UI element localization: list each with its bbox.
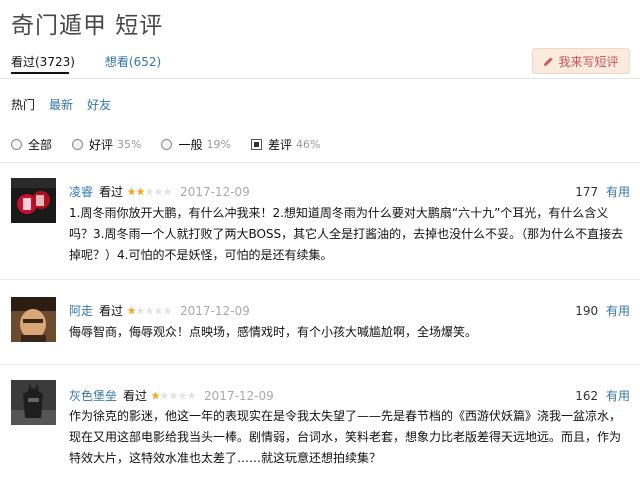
rating-stars (127, 187, 172, 196)
comment-meta: 阿走 看过 2017-12-09 (69, 302, 250, 319)
tab-wish[interactable]: 想看(652) (105, 53, 161, 70)
filter-percent: 46% (295, 138, 321, 151)
tab-watched[interactable]: 看过(3723) (11, 53, 75, 70)
filter-label: 好评 (89, 138, 114, 152)
star-filled-icon (127, 187, 136, 196)
tab-bar: 看过(3723) 想看(652) (11, 50, 191, 74)
comment-date: 2017-12-09 (180, 303, 250, 318)
radio-button[interactable] (161, 139, 173, 150)
filter-percent: 19% (206, 138, 231, 151)
vote-area: 190 有用 (575, 302, 630, 319)
comment-meta: 凌睿 看过 2017-12-09 (69, 183, 250, 200)
comment-user[interactable]: 灰色堡垒 (69, 387, 117, 404)
vote-count: 162 (575, 389, 599, 403)
star-empty-icon (169, 391, 178, 400)
useful-button[interactable]: 有用 (606, 304, 630, 318)
page-title: 奇门遁甲 短评 (11, 13, 164, 39)
filter-percent: 35% (117, 138, 142, 151)
radio-button[interactable] (11, 139, 22, 150)
filter-average[interactable]: 一般 19% (161, 136, 231, 153)
comment-meta: 灰色堡垒 看过 2017-12-09 (69, 387, 274, 404)
star-empty-icon (136, 306, 145, 315)
radio-button[interactable] (72, 139, 84, 150)
comment-user[interactable]: 阿走 (69, 302, 93, 319)
write-review-label: 我来写短评 (558, 54, 619, 69)
star-filled-icon (151, 391, 160, 400)
rating-stars (127, 306, 172, 315)
vote-area: 162 有用 (575, 387, 630, 404)
avatar[interactable] (11, 380, 56, 425)
comment-date: 2017-12-09 (204, 388, 274, 403)
star-empty-icon (154, 187, 163, 196)
radio-button-selected[interactable] (250, 139, 262, 150)
sort-options: 热门 最新 好友 (11, 96, 125, 113)
filter-all[interactable]: 全部 (11, 136, 52, 153)
comment-status: 看过 (99, 304, 124, 318)
comment-text: 1.周冬雨你放开大鹏，有什么冲我来！2.想知道周冬雨为什么要对大鹏扇“六十九”个… (69, 206, 624, 262)
active-tab-underline (11, 72, 69, 74)
rating-filter: 全部 好评 35% 一般 19% 差评 46% (11, 136, 340, 153)
star-filled-icon (127, 306, 136, 315)
star-empty-icon (163, 187, 172, 196)
star-empty-icon (145, 306, 154, 315)
filter-label: 差评 (267, 138, 292, 152)
sort-friends[interactable]: 好友 (87, 96, 111, 113)
comment-divider (0, 279, 640, 280)
pencil-icon (544, 57, 553, 66)
comment-text: 侮辱智商，侮辱观众！点映场，感情戏时，有个小孩大喊尴尬啊，全场爆笑。 (69, 325, 478, 339)
star-empty-icon (163, 306, 172, 315)
star-filled-icon (136, 187, 145, 196)
comment-date: 2017-12-09 (180, 184, 250, 199)
filter-good[interactable]: 好评 35% (72, 136, 141, 153)
filter-divider (0, 162, 640, 163)
sort-latest[interactable]: 最新 (49, 96, 73, 113)
write-review-button[interactable]: 我来写短评 (532, 48, 630, 74)
tab-divider (0, 78, 640, 79)
avatar[interactable] (11, 178, 56, 223)
vote-count: 177 (575, 185, 599, 199)
star-empty-icon (178, 391, 187, 400)
comment-divider (0, 364, 640, 365)
star-empty-icon (160, 391, 169, 400)
comment-user[interactable]: 凌睿 (69, 183, 93, 200)
filter-bad[interactable]: 差评 46% (250, 136, 321, 153)
avatar[interactable] (11, 297, 56, 342)
star-empty-icon (154, 306, 163, 315)
sort-hot[interactable]: 热门 (11, 96, 35, 113)
comment-status: 看过 (99, 185, 124, 199)
comment-status: 看过 (123, 389, 148, 403)
comment-text: 作为徐克的影迷，他这一年的表现实在是令我太失望了——先是春节档的《西游伏妖篇》浇… (69, 409, 622, 465)
vote-count: 190 (575, 304, 599, 318)
vote-area: 177 有用 (575, 183, 630, 200)
star-empty-icon (187, 391, 196, 400)
star-empty-icon (145, 187, 154, 196)
filter-label: 全部 (28, 138, 53, 152)
rating-stars (151, 391, 196, 400)
filter-label: 一般 (178, 138, 203, 152)
useful-button[interactable]: 有用 (606, 389, 630, 403)
useful-button[interactable]: 有用 (606, 185, 630, 199)
